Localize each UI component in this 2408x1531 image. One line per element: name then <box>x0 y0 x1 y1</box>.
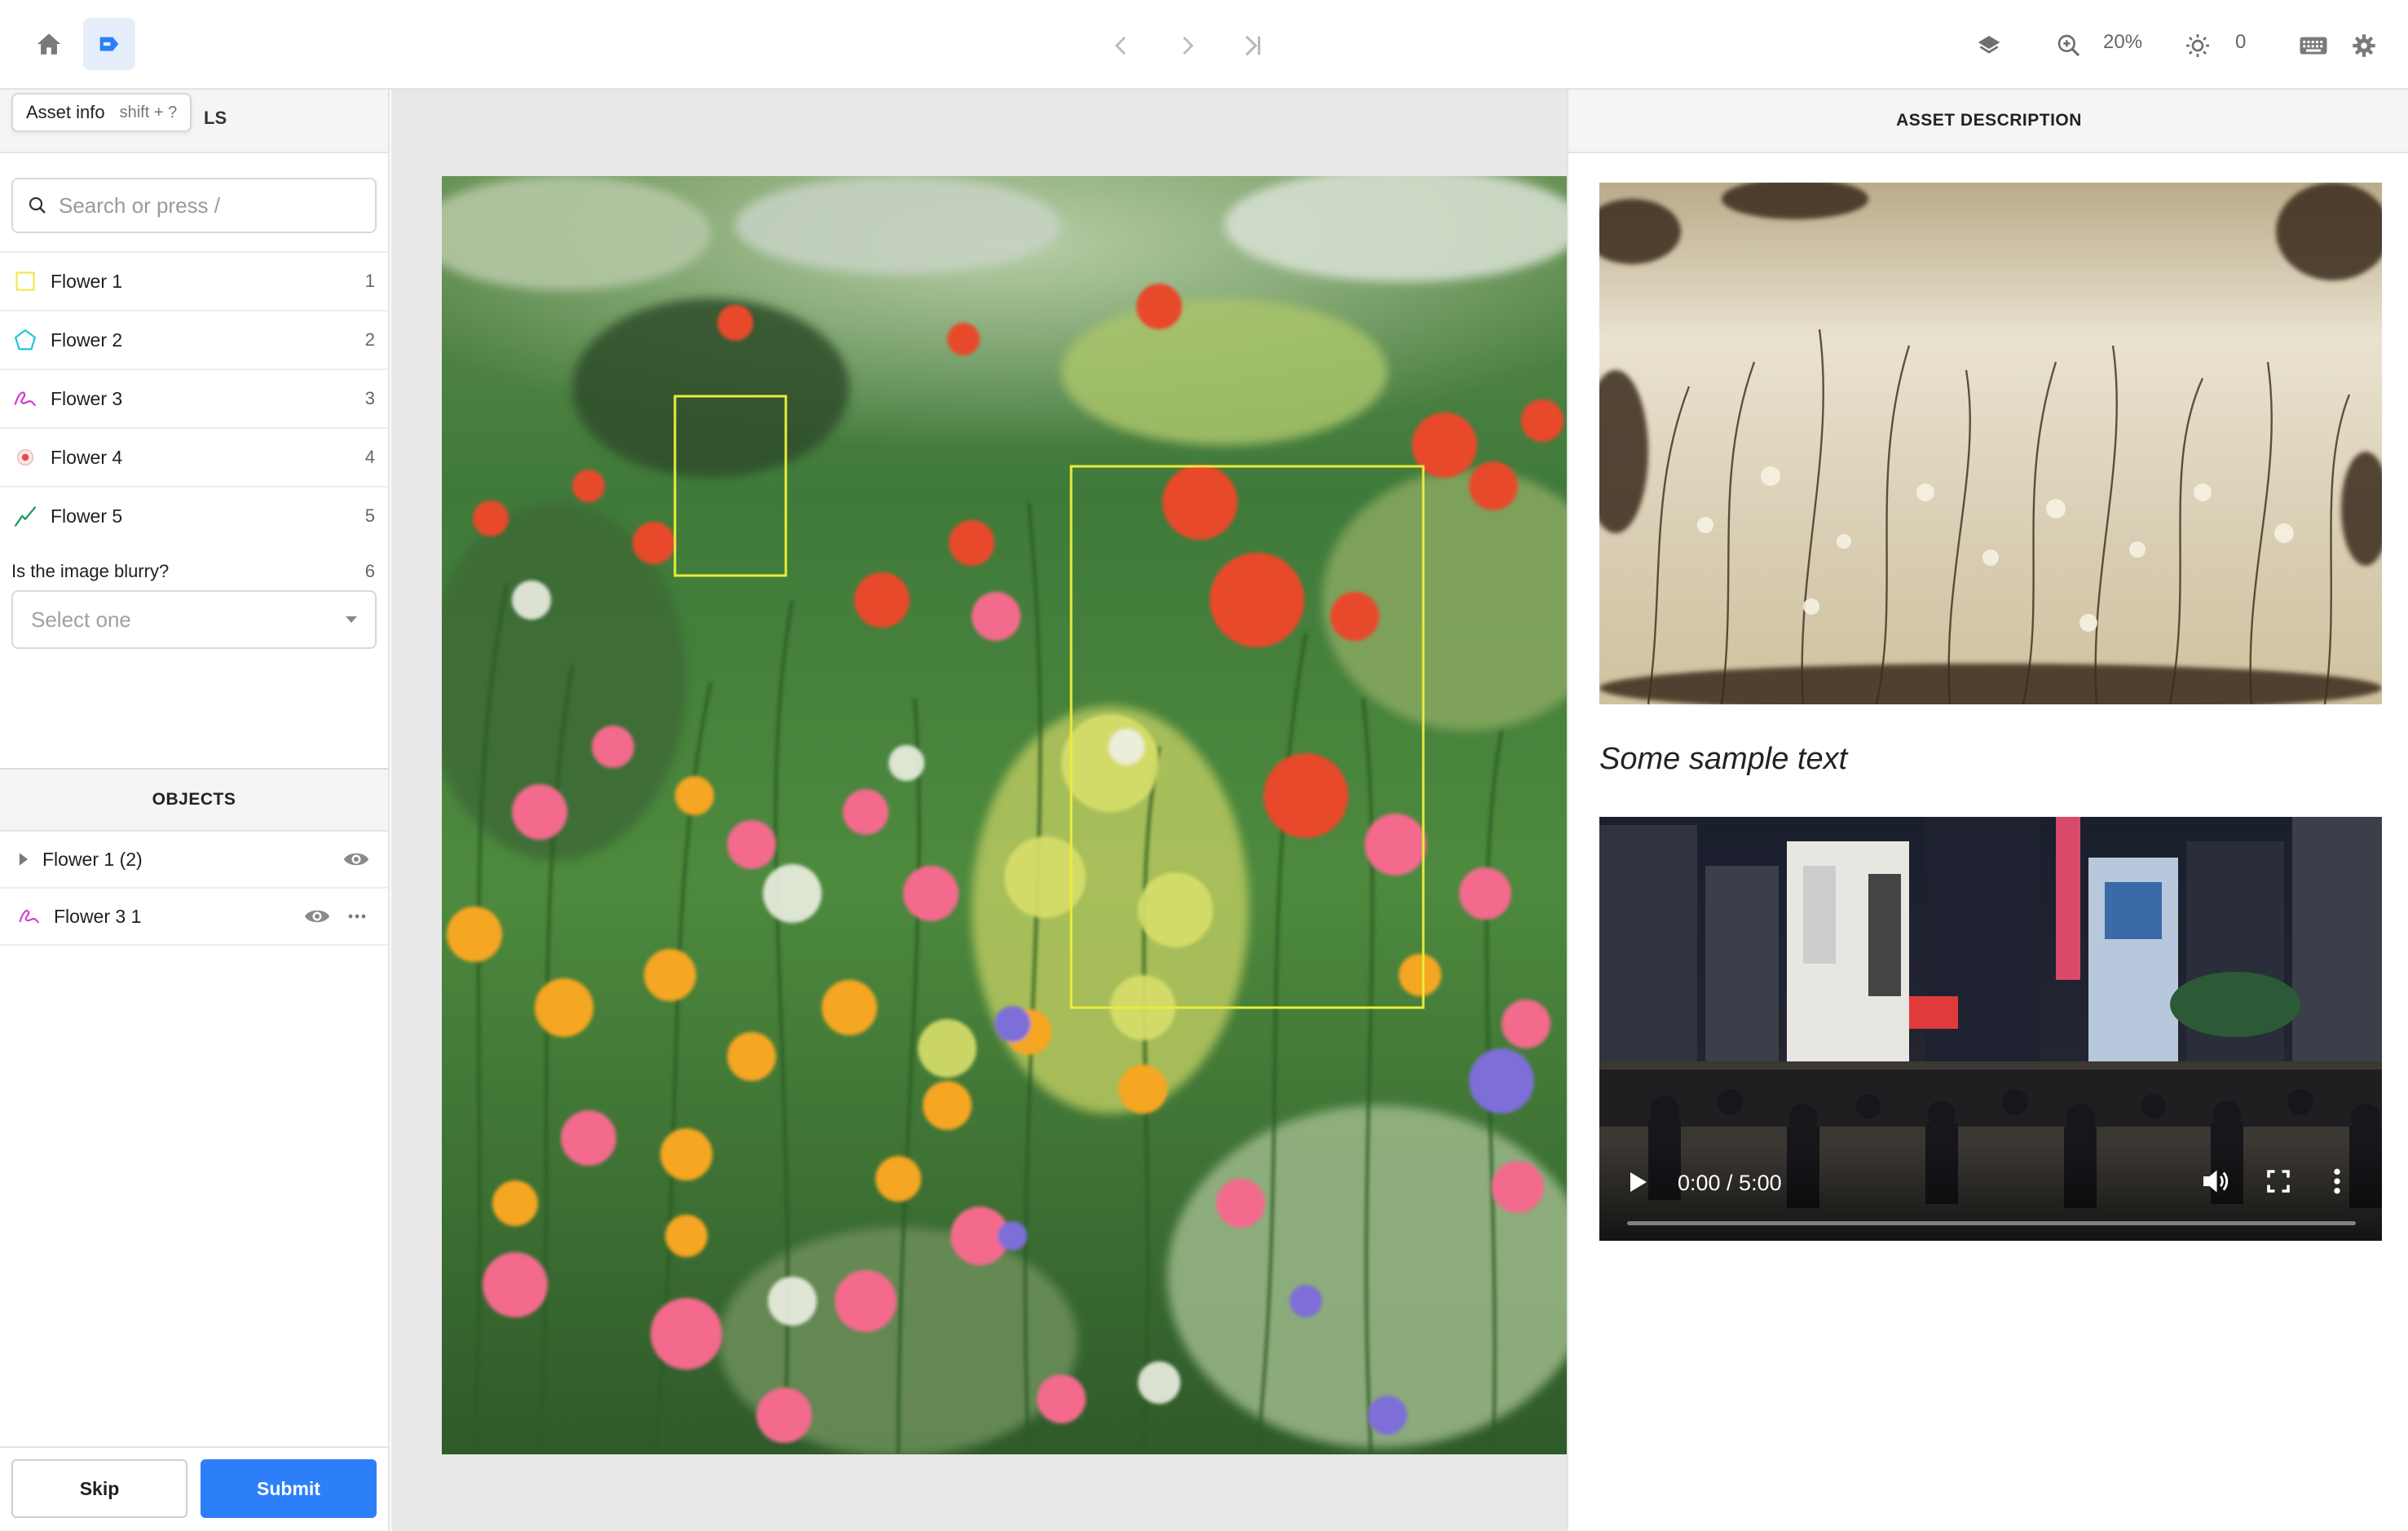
brightness-icon <box>2186 34 2209 57</box>
class-name: Flower 1 <box>51 270 123 292</box>
zoom-button[interactable] <box>2044 21 2093 70</box>
play-icon[interactable] <box>1629 1171 1648 1198</box>
class-item-flower-4[interactable]: Flower 4 4 <box>0 427 388 486</box>
last-asset-button[interactable] <box>1228 21 1277 70</box>
annotation-canvas[interactable] <box>391 90 1567 1531</box>
video-player[interactable]: 0:00 / 5:00 <box>1599 817 2382 1241</box>
left-panel: Flower 1 1 Flower 2 2 Flower 3 3 <box>0 90 390 1531</box>
class-item-flower-1[interactable]: Flower 1 1 <box>0 251 388 310</box>
asset-description-panel: ASSET DESCRIPTION Some sample text 0:00 … <box>1567 90 2408 1531</box>
blurry-select[interactable]: Select one <box>11 590 377 649</box>
home-button[interactable] <box>23 18 75 70</box>
object-label: Flower 3 1 <box>54 905 142 927</box>
class-hotkey: 4 <box>364 447 375 467</box>
question-hotkey: 6 <box>364 561 375 581</box>
class-list: Flower 1 1 Flower 2 2 Flower 3 3 Flower … <box>0 251 388 545</box>
skip-to-end-icon <box>1245 35 1261 56</box>
expand-triangle-icon[interactable] <box>18 852 29 867</box>
brightness-level: 0 <box>2235 31 2247 53</box>
next-asset-button[interactable] <box>1162 21 1211 70</box>
asset-description-header: ASSET DESCRIPTION <box>1568 90 2408 153</box>
fullscreen-icon[interactable] <box>2266 1169 2291 1198</box>
search-icon <box>29 196 46 214</box>
polyline-icon <box>13 504 37 528</box>
volume-icon[interactable] <box>2201 1167 2230 1199</box>
bounding-box-icon <box>13 269 37 293</box>
labels-header-text: LS <box>204 108 227 128</box>
labeling-app: 20% 0 Flower 1 1 <box>0 0 2408 1531</box>
class-item-flower-3[interactable]: Flower 3 3 <box>0 368 388 427</box>
object-list: Flower 1 (2) Flower 3 1 <box>0 832 388 946</box>
brightness-button[interactable] <box>2173 21 2222 70</box>
tag-icon <box>99 37 119 51</box>
question-text: Is the image blurry? <box>11 561 170 581</box>
submit-button[interactable]: Submit <box>201 1459 377 1518</box>
freehand-icon <box>13 386 37 411</box>
zoom-in-icon <box>2057 34 2080 57</box>
layers-icon <box>1978 36 2000 54</box>
label-mode-button[interactable] <box>83 18 135 70</box>
class-name: Flower 3 <box>51 387 123 409</box>
class-name: Flower 5 <box>51 505 123 527</box>
class-name: Flower 2 <box>51 329 123 351</box>
settings-button[interactable] <box>2340 21 2388 70</box>
select-placeholder: Select one <box>31 607 131 632</box>
skip-button[interactable]: Skip <box>11 1459 187 1518</box>
layers-button[interactable] <box>1965 21 2013 70</box>
class-name: Flower 4 <box>51 446 123 468</box>
class-hotkey: 3 <box>364 388 375 408</box>
class-hotkey: 2 <box>364 329 375 350</box>
video-progress-bar[interactable] <box>1627 1221 2356 1225</box>
eye-icon[interactable] <box>303 907 331 925</box>
chevron-left-icon <box>1114 37 1126 55</box>
search-input[interactable] <box>59 192 352 218</box>
gear-icon <box>2353 34 2375 57</box>
point-icon <box>13 445 37 470</box>
class-item-flower-5[interactable]: Flower 5 5 <box>0 486 388 545</box>
object-item-flower-3[interactable]: Flower 3 1 <box>0 889 388 946</box>
class-hotkey: 1 <box>364 271 375 291</box>
asset-info-tooltip: Asset info shift + ? <box>11 93 192 132</box>
previous-asset-button[interactable] <box>1097 21 1146 70</box>
polygon-icon <box>13 328 37 352</box>
keyboard-icon <box>2300 37 2327 55</box>
video-controls: 0:00 / 5:00 <box>1599 1143 2382 1241</box>
more-options-icon[interactable] <box>347 913 367 920</box>
tooltip-shortcut: shift + ? <box>119 103 178 121</box>
video-more-options-icon[interactable] <box>2333 1167 2341 1199</box>
class-item-flower-2[interactable]: Flower 2 2 <box>0 310 388 368</box>
class-hotkey: 5 <box>364 505 375 526</box>
home-icon <box>37 33 61 55</box>
class-search[interactable] <box>11 178 377 233</box>
sample-text: Some sample text <box>1599 742 1848 776</box>
freehand-icon <box>19 910 40 924</box>
zoom-level: 20% <box>2103 31 2143 53</box>
tooltip-label: Asset info <box>26 102 105 122</box>
top-toolbar: 20% 0 <box>0 0 2408 90</box>
objects-header: OBJECTS <box>0 768 388 832</box>
sepia-meadow-image <box>1599 183 2382 704</box>
object-label: Flower 1 (2) <box>42 848 143 870</box>
caret-down-icon <box>346 616 357 623</box>
chevron-right-icon <box>1183 37 1194 55</box>
object-item-flower-1-group[interactable]: Flower 1 (2) <box>0 832 388 889</box>
blurry-question: Is the image blurry? 6 <box>11 561 377 582</box>
keyboard-shortcuts-button[interactable] <box>2289 21 2338 70</box>
action-bar: Skip Submit <box>0 1446 388 1531</box>
flower-field-image[interactable] <box>442 176 1567 1454</box>
video-time: 0:00 / 5:00 <box>1678 1171 1782 1195</box>
eye-icon[interactable] <box>342 850 370 868</box>
